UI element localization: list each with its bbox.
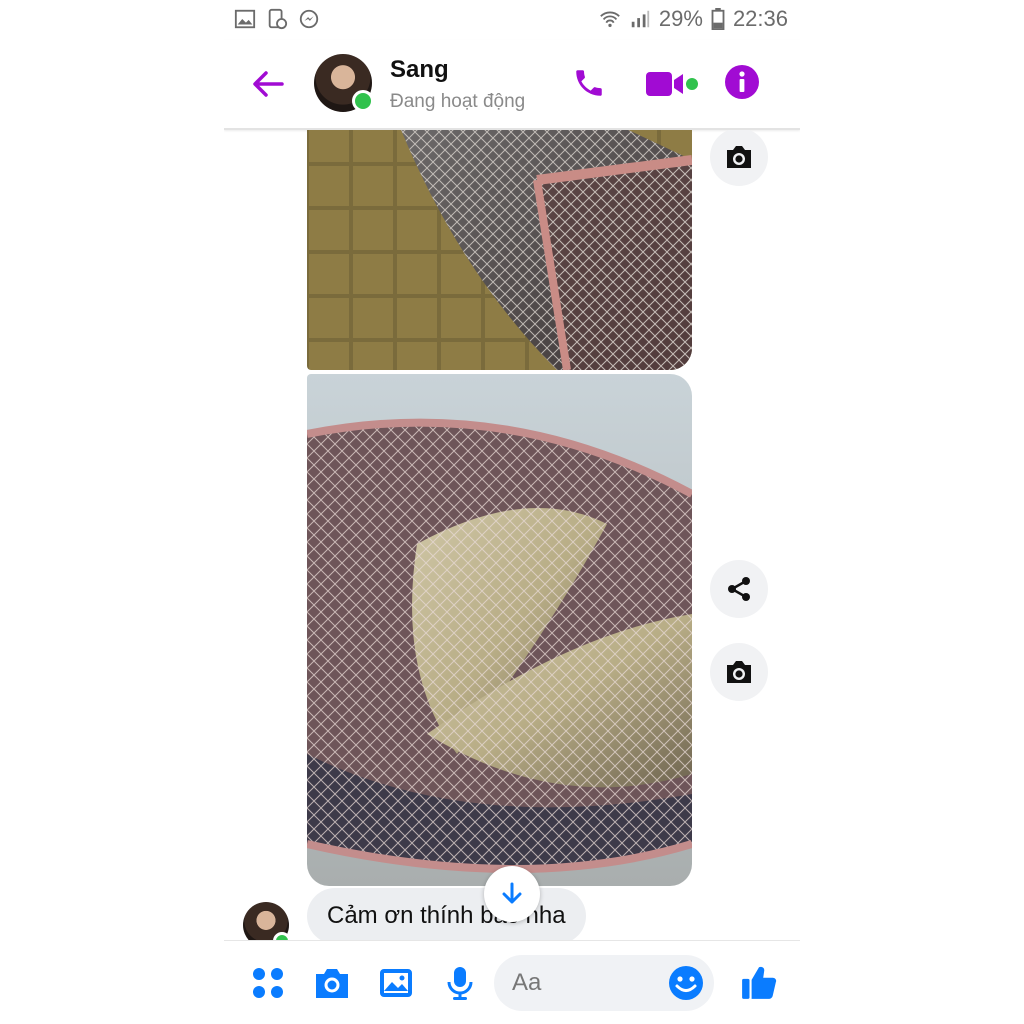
camera-action-button[interactable]: [710, 643, 768, 701]
camera-icon[interactable]: [314, 965, 350, 1001]
status-bar: 29% 22:36: [224, 0, 800, 40]
message-input[interactable]: Aa: [494, 955, 714, 1011]
battery-icon: [711, 8, 725, 30]
arrow-down-icon: [502, 882, 522, 904]
message-list[interactable]: Cảm ơn thính bác nha: [224, 130, 800, 940]
gallery-icon: [234, 9, 256, 29]
messenger-screen: 29% 22:36 Sang Đang hoạt động Cảm ơn thí…: [224, 0, 800, 1024]
share-icon: [728, 577, 750, 601]
microphone-icon[interactable]: [442, 965, 478, 1001]
camera-action-button[interactable]: [710, 130, 768, 186]
message-bubble[interactable]: Cảm ơn thính bác nha: [307, 888, 586, 940]
video-icon[interactable]: [646, 68, 698, 100]
share-action-button[interactable]: [710, 560, 768, 618]
signal-icon: [631, 10, 650, 28]
conversation-header: Sang Đang hoạt động: [224, 40, 800, 130]
wifi-icon: [600, 11, 620, 28]
status-right: 29% 22:36: [599, 6, 788, 32]
message-composer: Aa: [224, 940, 800, 1024]
fish-in-net-photo: [307, 374, 692, 886]
camera-icon: [727, 661, 751, 683]
battery-percent: 29%: [658, 6, 703, 31]
photo-message[interactable]: [307, 374, 692, 886]
image-icon[interactable]: [378, 965, 414, 1001]
online-indicator: [273, 932, 291, 940]
fish-in-net-photo: [307, 130, 692, 370]
contact-name[interactable]: Sang: [390, 56, 449, 84]
scroll-to-bottom-button[interactable]: [484, 866, 540, 922]
contact-avatar[interactable]: [314, 54, 374, 112]
emoji-icon[interactable]: [668, 965, 704, 1001]
thumbs-up-icon[interactable]: [740, 963, 778, 1001]
screenshot-icon: [268, 8, 288, 30]
clock: 22:36: [732, 6, 788, 31]
messenger-icon: [299, 9, 319, 29]
camera-icon: [727, 146, 751, 168]
photo-message[interactable]: [307, 130, 692, 370]
menu-dots-icon[interactable]: [250, 965, 286, 1001]
input-placeholder: Aa: [512, 969, 542, 996]
status-left-icons: [234, 8, 320, 30]
back-arrow-icon[interactable]: [250, 66, 286, 102]
phone-icon[interactable]: [572, 66, 606, 100]
sender-avatar[interactable]: [243, 902, 291, 940]
online-indicator: [352, 90, 374, 112]
info-icon[interactable]: [724, 64, 760, 100]
presence-status: Đang hoạt động: [390, 91, 526, 112]
